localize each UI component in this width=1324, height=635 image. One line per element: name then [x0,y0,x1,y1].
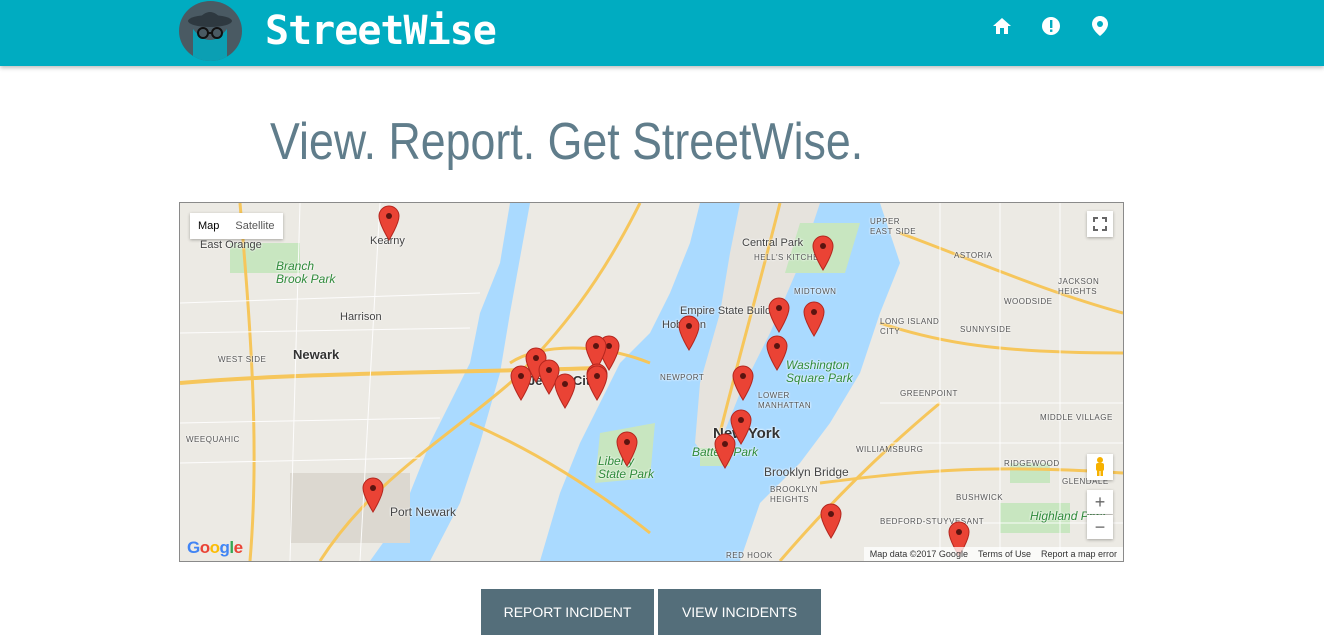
map-label-central-park: Central Park [742,237,804,249]
incident-marker-icon[interactable] [586,365,608,401]
map-label-branch-brook-park: Branch Brook Park [276,259,336,286]
incident-marker-icon[interactable] [362,477,384,513]
incident-marker-icon[interactable] [678,315,700,351]
map-label-woodside: WOODSIDE [1004,297,1053,306]
map-label-red-hook: RED HOOK [726,551,773,560]
map-label-williamsburg: WILLIAMSBURG [856,445,924,454]
map-label-midtown: MIDTOWN [794,287,837,296]
location-pin-icon[interactable] [1088,14,1112,38]
google-logo: Google [187,538,243,557]
spy-logo-icon[interactable] [179,1,242,61]
map-label-lower-manhattan: LOWER MANHATTAN [758,391,812,410]
zoom-out-button[interactable]: − [1087,515,1113,539]
incident-marker-icon[interactable] [732,365,754,401]
incident-map[interactable]: East Orange Kearny Branch Brook Park Har… [179,202,1124,562]
incident-marker-icon[interactable] [510,365,532,401]
map-label-astoria: ASTORIA [954,251,993,260]
incident-marker-icon[interactable] [812,235,834,271]
map-label-port-newark: Port Newark [390,505,457,519]
map-type-control: Map Satellite [190,213,283,239]
street-view-pegman-icon[interactable] [1087,454,1113,480]
incident-marker-icon[interactable] [766,335,788,371]
map-label-long-island-city: LONG ISLAND CITY [880,317,940,336]
incident-marker-icon[interactable] [378,205,400,241]
map-label-washington-square: Washington Square Park [786,358,853,385]
view-incidents-button[interactable]: VIEW INCIDENTS [658,589,821,635]
map-label-harrison: Harrison [340,311,382,323]
map-label-newark: Newark [293,347,340,362]
report-map-error-link[interactable]: Report a map error [1041,549,1117,559]
terms-of-use-link[interactable]: Terms of Use [978,549,1031,559]
map-data-attribution: Map data ©2017 Google [869,549,968,559]
report-incident-button[interactable]: REPORT INCIDENT [481,589,654,635]
map-label-ridgewood: RIDGEWOOD [1004,459,1060,468]
map-label-sunnyside: SUNNYSIDE [960,325,1012,334]
hero-headline: View. Report. Get StreetWise. [270,113,864,171]
incident-marker-icon[interactable] [820,503,842,539]
map-label-west-side: WEST SIDE [218,355,267,364]
map-label-brooklyn-bridge: Brooklyn Bridge [764,465,849,479]
map-label-bushwick: BUSHWICK [956,493,1004,502]
incident-marker-icon[interactable] [768,297,790,333]
home-icon[interactable] [990,14,1014,38]
brand-title[interactable]: StreetWise [265,8,497,54]
alert-icon[interactable] [1039,14,1063,38]
map-label-greenpoint: GREENPOINT [900,389,958,398]
map-label-east-orange: East Orange [200,239,262,251]
incident-marker-icon[interactable] [803,301,825,337]
map-label-middle-village: MIDDLE VILLAGE [1040,413,1113,422]
incident-marker-icon[interactable] [714,433,736,469]
incident-marker-icon[interactable] [554,373,576,409]
zoom-in-button[interactable]: + [1087,490,1113,514]
fullscreen-icon[interactable] [1087,211,1113,237]
map-label-weequahic: WEEQUAHIC [186,435,240,444]
map-label-jackson-heights: JACKSON HEIGHTS [1058,277,1100,296]
map-attribution: Map data ©2017 Google Terms of Use Repor… [863,547,1123,561]
incident-marker-icon[interactable] [616,431,638,467]
map-label-upper-east-side: UPPER EAST SIDE [870,217,917,236]
map-label-brooklyn-heights: BROOKLYN HEIGHTS [770,485,818,504]
map-label-newport: NEWPORT [660,373,705,382]
map-type-map-button[interactable]: Map [190,213,227,239]
top-app-bar: StreetWise [0,0,1324,66]
map-type-satellite-button[interactable]: Satellite [227,213,282,239]
